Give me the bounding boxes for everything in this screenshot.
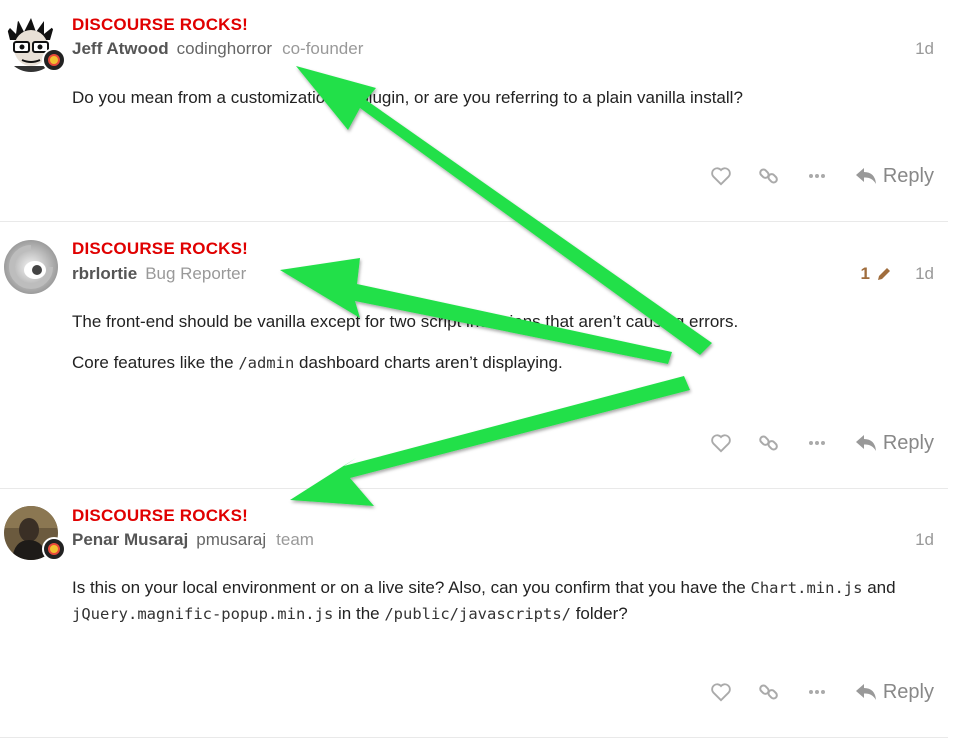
post-age[interactable]: 1d — [915, 264, 934, 284]
flair-title: DISCOURSE ROCKS! — [72, 239, 249, 258]
post-age[interactable]: 1d — [915, 530, 934, 550]
user-title: co-founder — [282, 39, 364, 58]
more-button[interactable] — [793, 427, 841, 459]
like-button[interactable] — [697, 427, 745, 459]
post-body: The front-end should be vanilla except f… — [72, 309, 942, 392]
user-title: Bug Reporter — [145, 264, 247, 283]
post-names: Jeff Atwood codinghorror co-founder — [72, 39, 363, 59]
reply-label: Reply — [882, 680, 934, 703]
post-actions: Reply — [697, 427, 934, 459]
paragraph-text: and — [862, 578, 896, 597]
edit-count: 1 — [860, 264, 870, 283]
flair-badge-icon — [42, 537, 66, 561]
link-icon — [759, 435, 778, 451]
reply-arrow-icon — [855, 684, 876, 700]
post-actions: Reply — [697, 676, 934, 708]
post-actions: Reply — [697, 160, 934, 192]
paragraph-text: folder? — [570, 604, 628, 623]
full-name[interactable]: Penar Musaraj — [72, 530, 188, 549]
post-2: DISCOURSE ROCKS! rbrlortie Bug Reporter 1… — [0, 222, 948, 488]
like-button[interactable] — [697, 676, 745, 708]
reply-button[interactable]: Reply — [855, 165, 934, 188]
flair-title: DISCOURSE ROCKS! — [72, 15, 249, 34]
username[interactable]: pmusaraj — [196, 530, 266, 549]
link-icon — [759, 684, 778, 700]
more-button[interactable] — [793, 160, 841, 192]
inline-code: jQuery.magnific-popup.min.js — [72, 605, 334, 623]
inline-code: /public/javascripts/ — [384, 605, 571, 623]
share-link-button[interactable] — [745, 160, 793, 192]
link-icon — [759, 168, 778, 184]
paragraph-text: The front-end should be vanilla except f… — [72, 312, 739, 331]
post-names: Penar Musaraj pmusaraj team — [72, 530, 314, 550]
post-paragraph: Is this on your local environment or on … — [72, 575, 942, 627]
reply-label: Reply — [882, 164, 934, 187]
ellipsis-icon — [808, 690, 825, 694]
share-link-button[interactable] — [745, 676, 793, 708]
more-button[interactable] — [793, 676, 841, 708]
paragraph-text: Core features like the — [72, 353, 239, 372]
post-divider — [0, 737, 948, 738]
heart-icon — [711, 683, 731, 702]
ellipsis-icon — [808, 174, 825, 178]
inline-code: Chart.min.js — [750, 579, 863, 597]
paragraph-text: Is this on your local environment or on … — [72, 578, 751, 597]
post-paragraph: Core features like the /admin dashboard … — [72, 350, 942, 376]
post-body: Do you mean from a customization or plug… — [72, 85, 942, 126]
username[interactable]: codinghorror — [177, 39, 272, 58]
edit-history-button[interactable]: 1 — [861, 264, 892, 284]
post-age[interactable]: 1d — [915, 39, 934, 59]
swirl-avatar-icon — [4, 240, 58, 294]
reply-button[interactable]: Reply — [855, 432, 934, 455]
like-button[interactable] — [697, 160, 745, 192]
paragraph-text: dashboard charts aren’t displaying. — [294, 353, 563, 372]
post-names: rbrlortie Bug Reporter — [72, 264, 246, 284]
reply-button[interactable]: Reply — [855, 681, 934, 704]
flair-title: DISCOURSE ROCKS! — [72, 506, 249, 525]
post-paragraph: The front-end should be vanilla except f… — [72, 309, 942, 334]
flair-badge-icon — [42, 48, 66, 72]
post-paragraph: Do you mean from a customization or plug… — [72, 85, 942, 110]
post-body: Is this on your local environment or on … — [72, 575, 942, 643]
user-title: team — [276, 530, 314, 549]
ellipsis-icon — [808, 441, 825, 445]
paragraph-text: Do you mean from a customization or plug… — [72, 88, 743, 107]
post-1: DISCOURSE ROCKS! Jeff Atwood codinghorror… — [0, 0, 948, 220]
post-3: DISCOURSE ROCKS! Penar Musaraj pmusaraj te… — [0, 489, 948, 739]
avatar[interactable] — [4, 240, 58, 294]
full-name[interactable]: rbrlortie — [72, 264, 137, 283]
pencil-icon — [878, 268, 890, 280]
reply-arrow-icon — [855, 435, 876, 451]
heart-icon — [711, 167, 731, 186]
reply-arrow-icon — [855, 168, 876, 184]
reply-label: Reply — [882, 431, 934, 454]
share-link-button[interactable] — [745, 427, 793, 459]
heart-icon — [711, 434, 731, 453]
full-name[interactable]: Jeff Atwood — [72, 39, 169, 58]
paragraph-text: in the — [333, 604, 385, 623]
inline-code: /admin — [238, 354, 295, 372]
